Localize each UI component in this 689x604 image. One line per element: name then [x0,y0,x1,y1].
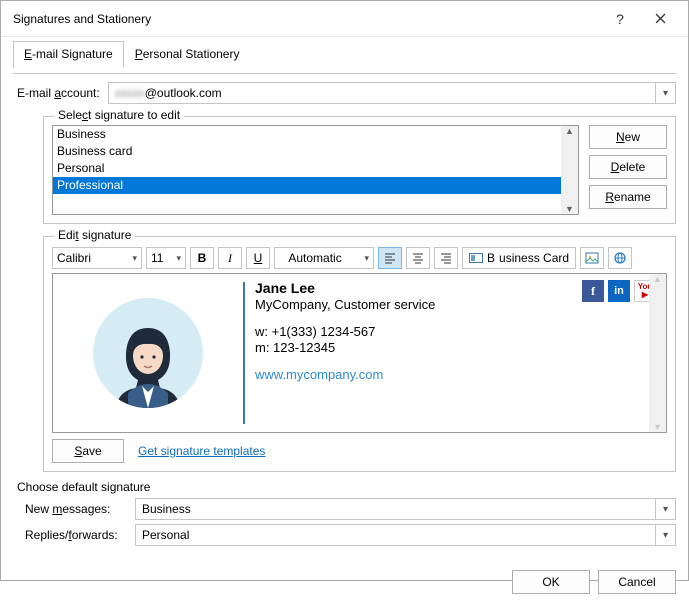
signature-editor[interactable]: Jane Lee MyCompany, Customer service w: … [52,273,667,433]
facebook-icon: f [582,280,604,302]
tab-personal-stationery[interactable]: Personal Stationery [124,41,251,68]
signature-website: www.mycompany.com [255,367,656,382]
signature-item[interactable]: Personal [53,160,578,177]
signature-list[interactable]: Business Business card Personal Professi… [52,125,579,215]
get-templates-link[interactable]: Get signature templates [138,444,265,458]
linkedin-icon: in [608,280,630,302]
chevron-down-icon: ▾ [655,499,675,519]
insert-picture-button[interactable] [580,247,604,269]
window-title: Signatures and Stationery [13,12,600,26]
editor-scrollbar[interactable]: ▲▼ [649,274,666,432]
signatures-dialog: Signatures and Stationery ? E-mail Signa… [0,0,689,581]
tab-email-signature[interactable]: E-mail Signature [13,41,124,68]
signature-item[interactable]: Business card [53,143,578,160]
font-size-select[interactable]: 11▾ [146,247,186,269]
close-button[interactable] [640,5,680,33]
help-button[interactable]: ? [600,5,640,33]
avatar [93,298,203,408]
chevron-down-icon: ▾ [655,525,675,545]
social-icons: f in You▶ [582,280,656,302]
email-account-label: E-mail account: [17,86,100,100]
new-button[interactable]: New [589,125,667,149]
format-toolbar: Calibri▾ 11▾ B I U Automatic▾ [52,247,667,269]
email-account-select[interactable]: xxxxx @outlook.com ▾ [108,82,676,104]
cancel-button[interactable]: Cancel [598,570,676,594]
font-color-select[interactable]: Automatic▾ [274,247,374,269]
replies-forwards-select[interactable]: Personal ▾ [135,524,676,546]
chevron-down-icon: ▾ [655,83,675,103]
business-card-icon [469,253,483,263]
ok-button[interactable]: OK [512,570,590,594]
dialog-footer: OK Cancel [1,560,688,604]
signature-item-selected[interactable]: Professional [53,177,578,194]
underline-button[interactable]: U [246,247,270,269]
save-button[interactable]: Save [52,439,124,463]
titlebar: Signatures and Stationery ? [1,1,688,37]
tab-strip: E-mail Signature Personal Stationery [13,41,676,68]
scrollbar[interactable]: ▲▼ [561,126,578,214]
signature-phone-work: w: +1(333) 1234-567 [255,324,656,339]
select-signature-legend: Select signature to edit [54,108,184,122]
choose-default-legend: Choose default signature [17,480,676,494]
bold-button[interactable]: B [190,247,214,269]
align-right-button[interactable] [434,247,458,269]
signature-phone-mobile: m: 123-12345 [255,340,656,355]
italic-button[interactable]: I [218,247,242,269]
business-card-button[interactable]: Business Card [462,247,576,269]
rename-button[interactable]: Rename [589,185,667,209]
new-messages-select[interactable]: Business ▾ [135,498,676,520]
align-center-button[interactable] [406,247,430,269]
insert-hyperlink-button[interactable] [608,247,632,269]
new-messages-label: New messages: [25,502,127,516]
align-left-button[interactable] [378,247,402,269]
delete-button[interactable]: Delete [589,155,667,179]
font-select[interactable]: Calibri▾ [52,247,142,269]
signature-item[interactable]: Business [53,126,578,143]
replies-forwards-label: Replies/forwards: [25,528,127,542]
edit-signature-legend: Edit signature [54,228,135,242]
